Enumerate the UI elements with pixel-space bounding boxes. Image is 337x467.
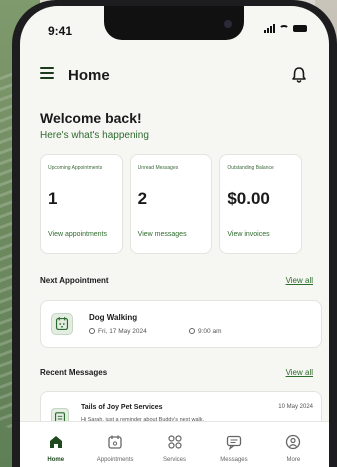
stats-row: Upcoming Appointments 1 View appointment… bbox=[40, 154, 303, 254]
status-time: 9:41 bbox=[48, 24, 73, 38]
chat-icon bbox=[226, 435, 242, 450]
stat-value: 2 bbox=[137, 189, 148, 208]
next-appointment-header: Next Appointment View all bbox=[20, 274, 329, 292]
nav-label: Home bbox=[47, 457, 65, 463]
page-title: Home bbox=[68, 67, 110, 84]
bell-icon[interactable] bbox=[291, 66, 307, 84]
view-all-appointments-link[interactable]: View all bbox=[286, 276, 313, 285]
stat-card-balance[interactable]: Outstanding Balance $0.00 View invoices bbox=[219, 154, 303, 254]
clock-icon bbox=[189, 328, 195, 334]
appointment-card[interactable]: Dog Walking Fri, 17 May 2024 9:00 am bbox=[40, 300, 322, 348]
nav-label: Messages bbox=[220, 457, 248, 463]
stat-label: Unread Messages bbox=[137, 165, 179, 171]
nav-item-services[interactable]: Services bbox=[145, 422, 204, 467]
recent-messages-header: Recent Messages View all bbox=[20, 366, 329, 384]
menu-icon[interactable] bbox=[40, 67, 54, 79]
grid-icon bbox=[167, 435, 182, 449]
view-all-messages-link[interactable]: View all bbox=[286, 368, 313, 377]
welcome-subtitle: Here's what's happening bbox=[40, 130, 149, 141]
user-circle-icon bbox=[286, 434, 301, 450]
section-title: Next Appointment bbox=[40, 276, 109, 285]
view-appointments-link[interactable]: View appointments bbox=[48, 231, 107, 238]
phone-screen: 9:41 Home Welcome back! Here's what's ha… bbox=[20, 6, 329, 467]
welcome-title: Welcome back! bbox=[40, 110, 142, 126]
appointment-time-text: 9:00 am bbox=[198, 328, 222, 335]
wifi-icon bbox=[279, 24, 289, 33]
section-title: Recent Messages bbox=[40, 368, 108, 377]
calendar-icon bbox=[51, 313, 73, 335]
stat-value: 1 bbox=[48, 189, 58, 208]
phone-frame: 9:41 Home Welcome back! Here's what's ha… bbox=[12, 0, 337, 467]
nav-item-home[interactable]: Home bbox=[26, 422, 85, 467]
home-icon bbox=[49, 436, 62, 448]
stat-card-appointments[interactable]: Upcoming Appointments 1 View appointment… bbox=[40, 154, 123, 254]
calendar-icon bbox=[108, 435, 122, 449]
stat-card-messages[interactable]: Unread Messages 2 View messages bbox=[129, 154, 213, 254]
bottom-nav: Home Appointments Services Messages More bbox=[20, 421, 329, 467]
appointment-time: 9:00 am bbox=[189, 328, 222, 335]
view-invoices-link[interactable]: View invoices bbox=[227, 231, 269, 238]
nav-label: Services bbox=[163, 457, 187, 463]
nav-item-messages[interactable]: Messages bbox=[204, 422, 263, 467]
view-messages-link[interactable]: View messages bbox=[138, 231, 187, 238]
camera-dot bbox=[224, 20, 232, 28]
battery-icon bbox=[293, 25, 307, 32]
appointment-date-text: Fri, 17 May 2024 bbox=[98, 328, 147, 335]
nav-label: Appointments bbox=[96, 457, 134, 463]
stat-value: $0.00 bbox=[227, 189, 270, 208]
message-sender: Tails of Joy Pet Services bbox=[81, 404, 163, 411]
appointment-name: Dog Walking bbox=[89, 313, 138, 322]
message-date: 10 May 2024 bbox=[278, 404, 313, 410]
calendar-small-icon bbox=[89, 328, 95, 334]
nav-item-appointments[interactable]: Appointments bbox=[85, 422, 144, 467]
signal-icon bbox=[264, 24, 275, 33]
nav-label: More bbox=[286, 457, 301, 463]
stat-label: Upcoming Appointments bbox=[48, 165, 103, 171]
stat-label: Outstanding Balance bbox=[227, 165, 274, 171]
notch bbox=[104, 6, 244, 40]
status-icons bbox=[264, 24, 307, 33]
appointment-date: Fri, 17 May 2024 bbox=[89, 328, 147, 335]
app-header: Home bbox=[20, 56, 329, 96]
nav-item-more[interactable]: More bbox=[264, 422, 323, 467]
